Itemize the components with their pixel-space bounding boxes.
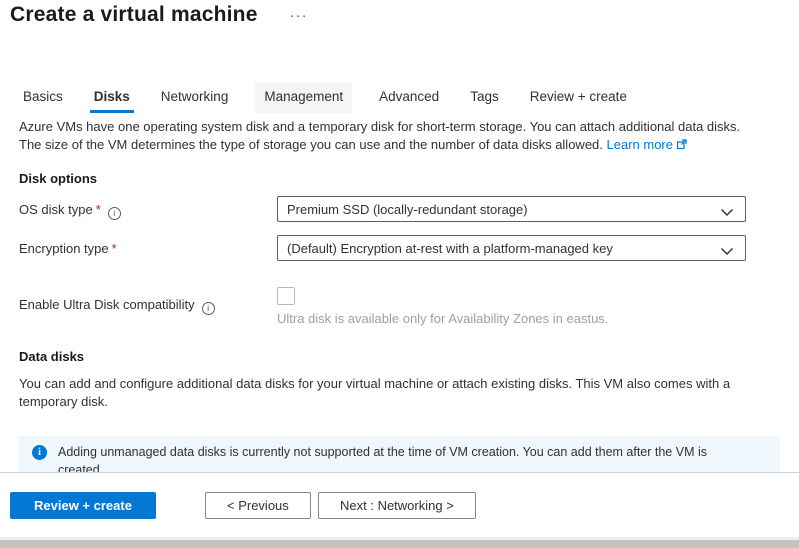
tab-disks[interactable]: Disks (90, 83, 134, 113)
tab-management[interactable]: Management (255, 83, 352, 113)
os-disk-type-value: Premium SSD (locally-redundant storage) (287, 202, 528, 217)
ultra-disk-label: Enable Ultra Disk compatibilityi (19, 297, 215, 315)
encryption-type-value: (Default) Encryption at-rest with a plat… (287, 241, 613, 256)
required-asterisk: * (112, 241, 117, 256)
wizard-tabs: Basics Disks Networking Management Advan… (19, 83, 654, 113)
disk-options-heading: Disk options (19, 171, 97, 186)
intro-line-2: The size of the VM determines the type o… (19, 136, 789, 155)
encryption-type-select[interactable]: (Default) Encryption at-rest with a plat… (277, 235, 746, 261)
next-networking-button[interactable]: Next : Networking > (318, 492, 476, 519)
learn-more-link[interactable]: Learn more (607, 137, 687, 152)
tab-tags[interactable]: Tags (466, 83, 503, 113)
os-disk-type-select[interactable]: Premium SSD (locally-redundant storage) (277, 196, 746, 222)
intro-line-1: Azure VMs have one operating system disk… (19, 118, 789, 136)
info-banner: i Adding unmanaged data disks is current… (18, 436, 780, 472)
create-vm-page: Create a virtual machine ··· Basics Disk… (0, 0, 799, 548)
review-create-button[interactable]: Review + create (10, 492, 156, 519)
more-options-button[interactable]: ··· (286, 5, 312, 26)
info-icon: i (32, 445, 47, 460)
info-icon[interactable]: i (108, 207, 121, 220)
info-banner-text: Adding unmanaged data disks is currently… (58, 443, 758, 472)
wizard-footer: Review + create < Previous Next : Networ… (0, 472, 799, 535)
window-bottom-edge (0, 537, 799, 548)
chevron-down-icon (720, 205, 734, 220)
chevron-down-icon (720, 244, 734, 259)
info-icon[interactable]: i (202, 302, 215, 315)
header: Create a virtual machine ··· (10, 3, 312, 27)
page-title: Create a virtual machine (10, 3, 258, 27)
tab-advanced[interactable]: Advanced (375, 83, 443, 113)
required-asterisk: * (96, 202, 101, 217)
intro-text: Azure VMs have one operating system disk… (19, 118, 789, 154)
data-disks-description: You can add and configure additional dat… (19, 375, 784, 411)
tab-review-create[interactable]: Review + create (526, 83, 631, 113)
tab-basics[interactable]: Basics (19, 83, 67, 113)
encryption-type-label: Encryption type* (19, 241, 117, 256)
tab-networking[interactable]: Networking (157, 83, 233, 113)
data-disks-heading: Data disks (19, 349, 84, 364)
external-link-icon (676, 137, 687, 155)
ultra-disk-helper-text: Ultra disk is available only for Availab… (277, 311, 608, 326)
os-disk-type-label: OS disk type*i (19, 202, 121, 220)
ultra-disk-checkbox[interactable] (277, 287, 295, 305)
previous-button[interactable]: < Previous (205, 492, 311, 519)
